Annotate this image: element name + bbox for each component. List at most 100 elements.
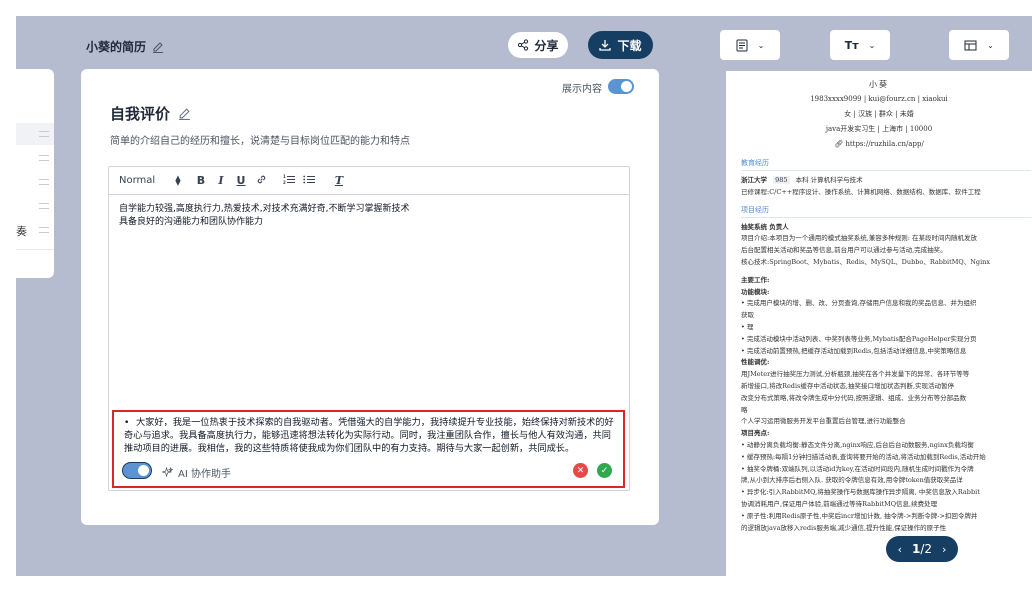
app-frame: 奏 小葵的简历 分享 下载 展示内容 自我评价 简单的介绍自己的经历和擅长，说清… <box>16 16 1032 576</box>
editor-toolbar: Normal ▲ ▼ B I U 12 T <box>109 167 629 195</box>
resume-name: 小葵 <box>869 80 889 89</box>
ai-assistant-label: AI 协作助手 <box>162 465 231 480</box>
drag-handle-icon[interactable] <box>39 179 49 185</box>
layout-select[interactable]: ⌄ <box>949 30 1009 60</box>
resume-section-projects: 项目经历 <box>741 205 1031 218</box>
sparkle-icon <box>162 467 173 478</box>
ai-suggestion-content: 大家好，我是一位热衷于技术探索的自我驱动者。凭借强大的自学能力，我持续提升专业技… <box>124 417 614 454</box>
section-title: 自我评价 <box>110 103 191 124</box>
resume-project-line: 性能调优: <box>741 358 770 367</box>
section-description: 简单的介绍自己的经历和擅长，说清楚与目标岗位匹配的能力和特点 <box>110 136 410 147</box>
resume-link: 🔗︎ https://ruzhila.cn/app/ <box>726 137 1032 152</box>
clear-format-button[interactable]: T <box>329 174 349 187</box>
italic-button[interactable]: I <box>211 174 231 187</box>
resume-project-line: 个人学习运用微服务开发平台重置后台管理,进行功能整合 <box>741 417 906 426</box>
edit-icon[interactable] <box>178 107 191 120</box>
bullet-list-icon[interactable] <box>299 174 319 188</box>
resume-project-line: • 缓存预热:每隔1分钟扫描活动表,查询将要开始的活动,将活动加载到Redis,… <box>741 452 986 461</box>
editor-content[interactable]: 自学能力较强,高度执行力,热爱技术,对技术充满好奇,不断学习掌握新技术 具备良好… <box>109 195 629 237</box>
resume-project-line: 改变分布式策略,将改令牌生成中分代码,按照逻辑、组成、业务分布等分部品数 <box>741 393 967 402</box>
share-label: 分享 <box>534 38 559 53</box>
resume-project-line: 新增接口,将改Redis缓存中活动状态,抽奖接口增加状态判断,实现活动暂停 <box>741 381 955 390</box>
resume-preview: 小葵 1983xxxx9099 | kui@fourz.cn | xiaokui… <box>726 71 1032 576</box>
resume-link-text: https://ruzhila.cn/app/ <box>845 140 924 148</box>
select-arrows-icon: ▲ ▼ <box>175 173 181 187</box>
resume-project-line: • 完成用户模块的增、删、改、分页查询,存储用户信息和我的奖品信息、并为组织 <box>741 299 977 308</box>
show-content-toggle[interactable] <box>608 79 634 94</box>
ai-suggestion-box: • 大家好，我是一位热衷于技术探索的自我驱动者。凭借强大的自学能力，我持续提升专业… <box>112 410 625 488</box>
share-button[interactable]: 分享 <box>508 32 568 58</box>
resume-project-line: 获取 <box>741 311 754 320</box>
divider <box>16 249 54 250</box>
editor-line: 自学能力较强,高度执行力,热爱技术,对技术充满好奇,不断学习掌握新技术 <box>119 204 410 214</box>
resume-info: 女 | 汉族 | 群众 | 未婚 <box>844 110 914 118</box>
show-content-label: 展示内容 <box>562 84 602 95</box>
next-page-icon[interactable]: › <box>942 543 946 556</box>
edit-icon[interactable] <box>152 41 164 53</box>
reject-icon[interactable]: ✕ <box>573 463 588 478</box>
drag-handle-icon[interactable] <box>39 155 49 161</box>
resume-project-lines: 抽奖系统 负责人项目介绍:本项目为一个通用的模式抽奖系统,兼容多种规则: 在某段… <box>726 222 1032 535</box>
ai-assistant-toggle[interactable] <box>122 462 152 479</box>
resume-project-line: 的逻辑放java放移入redis服务端,减少通信,提升性能,保证操作的原子性 <box>741 523 947 532</box>
self-evaluation-card: 展示内容 自我评价 简单的介绍自己的经历和擅长，说清楚与目标岗位匹配的能力和特点… <box>81 69 659 525</box>
underline-button[interactable]: U <box>231 174 251 187</box>
section-list-char: 奏 <box>16 225 27 238</box>
resume-project-line: 抽奖系统 负责人 <box>741 222 789 231</box>
page-indicator: 1/2 <box>912 542 932 556</box>
chevron-down-icon: ⌄ <box>868 40 876 50</box>
resume-school-tag: 985 <box>773 176 790 184</box>
resume-project-line: 协调消耗用户,保证用户体验,前端通过等待RabbitMQ信息,续费处理 <box>741 499 938 508</box>
editor-line: 具备良好的沟通能力和团队协作能力 <box>119 217 264 227</box>
chevron-down-icon: ⌄ <box>987 40 994 50</box>
ai-assistant-text: AI 协作助手 <box>178 469 231 480</box>
ordered-list-icon[interactable]: 12 <box>279 174 299 188</box>
resume-project-line: • 异步化:引入RabbitMQ,将抽奖操作与数据库操作异步隔离, 中奖信息放入… <box>741 488 980 497</box>
resume-title: 小葵的简历 <box>86 38 164 55</box>
template-select[interactable]: ⌄ <box>720 30 780 60</box>
drag-handle-icon[interactable] <box>39 131 49 137</box>
resume-contact: 1983xxxx9099 | kui@fourz.cn | xiaokui <box>810 95 948 103</box>
accept-icon[interactable]: ✓ <box>597 463 612 478</box>
font-select[interactable]: Tт ⌄ <box>830 30 890 60</box>
section-list-fragment: 奏 <box>16 69 54 278</box>
resume-project-line: • 完成活动模块中活动列表、中奖列表等业务,Mybatis配合PageHelpe… <box>741 334 977 343</box>
svg-text:1: 1 <box>283 174 286 179</box>
resume-edu-line: 浙江大学 985 本科 计算机科学与技术 <box>741 175 1032 187</box>
resume-project-line: • 完成活动前置预热,把缓存活动加载到Redis,包括活动详细信息,中奖策略信息 <box>741 346 967 355</box>
link-icon: 🔗︎ <box>834 140 844 148</box>
download-icon <box>599 40 612 51</box>
prev-page-icon[interactable]: ‹ <box>898 543 902 556</box>
resume-project-line: 项目介绍:本项目为一个通用的模式抽奖系统,兼容多种规则: 在某段时间内随机发放 <box>741 234 978 243</box>
format-select-value: Normal <box>119 175 156 186</box>
total-pages: 2 <box>924 542 933 556</box>
resume-project-line: 后台配置相关活动和奖品等信息,前台用户可以通过参与活动,完成抽奖。 <box>741 246 947 255</box>
drag-handle-icon[interactable] <box>39 203 49 209</box>
bullet-icon: • <box>124 417 130 428</box>
resume-project-line: • 抽奖令牌桶:双端队列,以活动id为key,在活动时间段内,随机生成时间戳作为… <box>741 464 974 473</box>
download-button[interactable]: 下载 <box>588 31 653 59</box>
resume-project-line: 用JMeter进行抽奖压力测试,分析瓶颈,抽奖在各个并发量下的异常、各环节等等 <box>741 370 970 379</box>
font-size-icon: Tт <box>844 38 859 52</box>
layout-icon <box>964 40 977 50</box>
resume-job: java开发实习生 | 上海市 | 10000 <box>825 125 933 133</box>
link-icon[interactable] <box>251 174 271 188</box>
resume-project-line: 核心技术:SpringBoot、Mybatis、Redis、MySQL、Dubb… <box>741 257 991 266</box>
format-select[interactable]: Normal ▲ ▼ <box>119 173 191 187</box>
ai-suggestion-text: • 大家好，我是一位热衷于技术探索的自我驱动者。凭借强大的自学能力，我持续提升专业… <box>124 416 618 455</box>
bold-button[interactable]: B <box>191 174 211 187</box>
share-icon <box>518 39 529 51</box>
resume-project-line: • 原子性:利用Redis原子性,中奖后incr增加计数, 抽令牌->判断令牌-… <box>741 511 978 520</box>
template-icon <box>736 39 748 51</box>
resume-project-line: • 动静分离负载均衡:静态文件分离,nginx响应,后台后台动数服务,nginx… <box>741 440 974 449</box>
resume-school: 浙江大学 <box>741 176 767 184</box>
resume-project-line: 略 <box>741 405 748 414</box>
resume-courses: 已修课程:C/C++程序设计、操作系统、计算机网络、数据结构、数据库、软件工程 <box>741 187 981 196</box>
svg-text:2: 2 <box>283 180 286 185</box>
resume-name: 小葵的简历 <box>86 40 147 54</box>
drag-handle-icon[interactable] <box>39 227 49 233</box>
resume-project-line: 牌,从小到大排序后右侧入队. 获取的令牌信息有效,用令牌token值获取奖品详 <box>741 476 963 485</box>
resume-project-line: 项目亮点: <box>741 429 770 438</box>
resume-section-education: 教育经历 <box>741 158 1031 171</box>
page-navigator: ‹ 1/2 › <box>886 536 958 562</box>
